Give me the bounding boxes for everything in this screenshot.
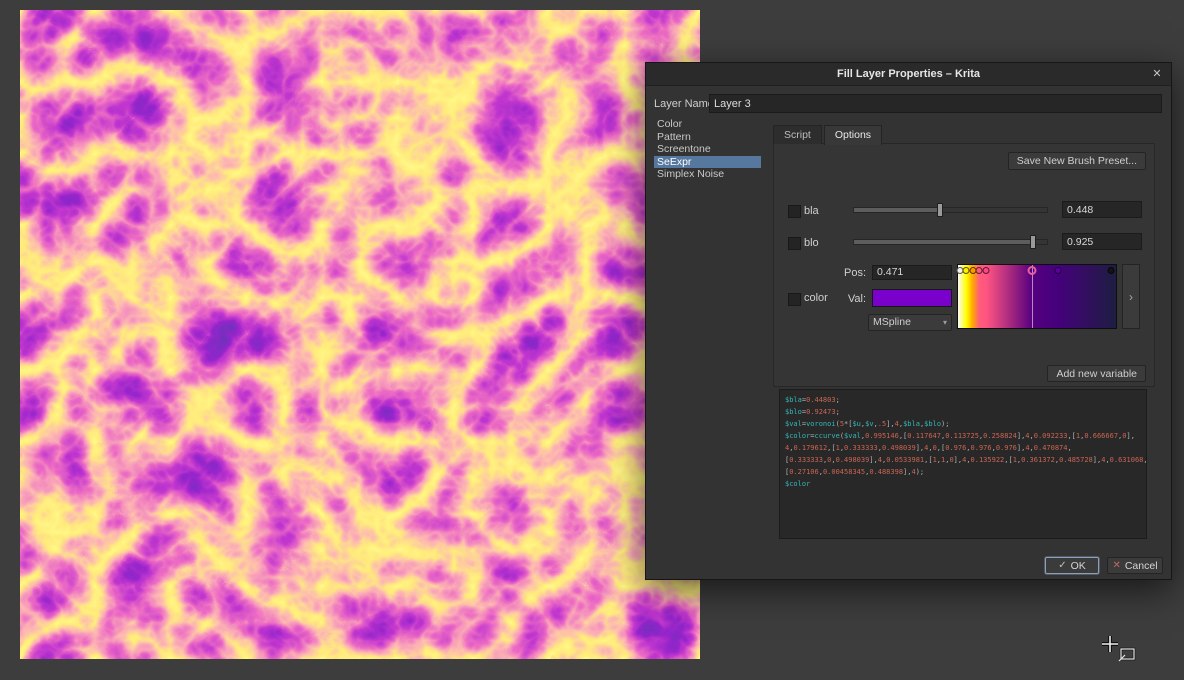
generator-item-seexpr[interactable]: SeExpr [654, 156, 761, 169]
ok-check-icon: ✓ [1058, 560, 1066, 571]
blo-label: blo [804, 237, 819, 249]
blo-slider[interactable] [853, 234, 1048, 250]
gradient-marker-selected[interactable] [1028, 266, 1037, 275]
fill-layer-properties-dialog: Fill Layer Properties – Krita ✕ Layer Na… [645, 62, 1172, 580]
val-swatch[interactable] [872, 289, 952, 307]
gradient-markers [958, 265, 1116, 277]
gradient-marker[interactable] [976, 267, 983, 274]
bla-slider-groove [853, 207, 1048, 213]
transform-tool-icon [1119, 649, 1134, 661]
bla-slider[interactable] [853, 202, 1048, 218]
blo-checkbox[interactable] [788, 237, 801, 250]
cancel-cross-icon: ✕ [1112, 560, 1120, 571]
cursor-crosshair-icon [1098, 632, 1140, 666]
generator-item-simplex-noise[interactable]: Simplex Noise [654, 168, 761, 181]
layer-name-input[interactable] [709, 94, 1162, 113]
interpolation-select[interactable]: MSpline ▾ [868, 314, 952, 331]
interpolation-value: MSpline [873, 315, 911, 330]
gradient-next-button[interactable]: › [1122, 264, 1140, 329]
tab-options[interactable]: Options [824, 125, 882, 145]
generator-list: ColorPatternScreentoneSeExprSimplex Nois… [654, 118, 761, 549]
gradient-marker[interactable] [1054, 267, 1061, 274]
cancel-label: Cancel [1125, 560, 1158, 572]
gradient-marker[interactable] [969, 267, 976, 274]
voronoi-noise-image [20, 10, 700, 659]
ok-label: OK [1071, 560, 1086, 572]
options-panel: Save New Brush Preset... bla 0.448 blo 0… [773, 143, 1155, 387]
blo-slider-handle[interactable] [1030, 235, 1036, 249]
val-label: Val: [834, 293, 866, 305]
pos-label: Pos: [834, 267, 866, 279]
tab-script[interactable]: Script [773, 125, 822, 144]
chevron-right-icon: › [1129, 290, 1133, 304]
add-new-variable-button[interactable]: Add new variable [1047, 365, 1146, 382]
generator-item-screentone[interactable]: Screentone [654, 143, 761, 156]
tab-bar: ScriptOptions [773, 125, 884, 144]
generator-item-pattern[interactable]: Pattern [654, 131, 761, 144]
canvas-artwork[interactable] [20, 10, 700, 659]
bla-value-field[interactable]: 0.448 [1062, 201, 1142, 218]
cancel-button[interactable]: ✕ Cancel [1107, 557, 1163, 574]
gradient-widget[interactable] [957, 264, 1117, 329]
blo-slider-groove [853, 239, 1048, 245]
script-code[interactable]: $bla=0.44803;$blo=0.92473;$val=voronoi(5… [779, 389, 1147, 539]
ok-button[interactable]: ✓ OK [1045, 557, 1099, 574]
bla-label: bla [804, 205, 819, 217]
bla-slider-handle[interactable] [937, 203, 943, 217]
gradient-marker[interactable] [983, 267, 990, 274]
color-label: color [804, 292, 828, 304]
layer-name-label: Layer Name: [654, 98, 717, 110]
dialog-titlebar[interactable]: Fill Layer Properties – Krita ✕ [646, 63, 1171, 86]
close-icon[interactable]: ✕ [1149, 66, 1165, 82]
gradient-marker[interactable] [1108, 267, 1115, 274]
save-brush-preset-label: Save New Brush Preset... [1017, 155, 1137, 167]
add-new-variable-label: Add new variable [1056, 368, 1137, 380]
generator-item-color[interactable]: Color [654, 118, 761, 131]
chevron-down-icon: ▾ [943, 315, 947, 330]
pos-value-field[interactable]: 0.471 [872, 265, 952, 280]
desktop: { "window": { "title": "Fill Layer Prope… [0, 0, 1184, 680]
dialog-title: Fill Layer Properties – Krita [837, 68, 980, 80]
save-brush-preset-button[interactable]: Save New Brush Preset... [1008, 152, 1146, 170]
bla-checkbox[interactable] [788, 205, 801, 218]
blo-value-field[interactable]: 0.925 [1062, 233, 1142, 250]
color-checkbox[interactable] [788, 293, 801, 306]
